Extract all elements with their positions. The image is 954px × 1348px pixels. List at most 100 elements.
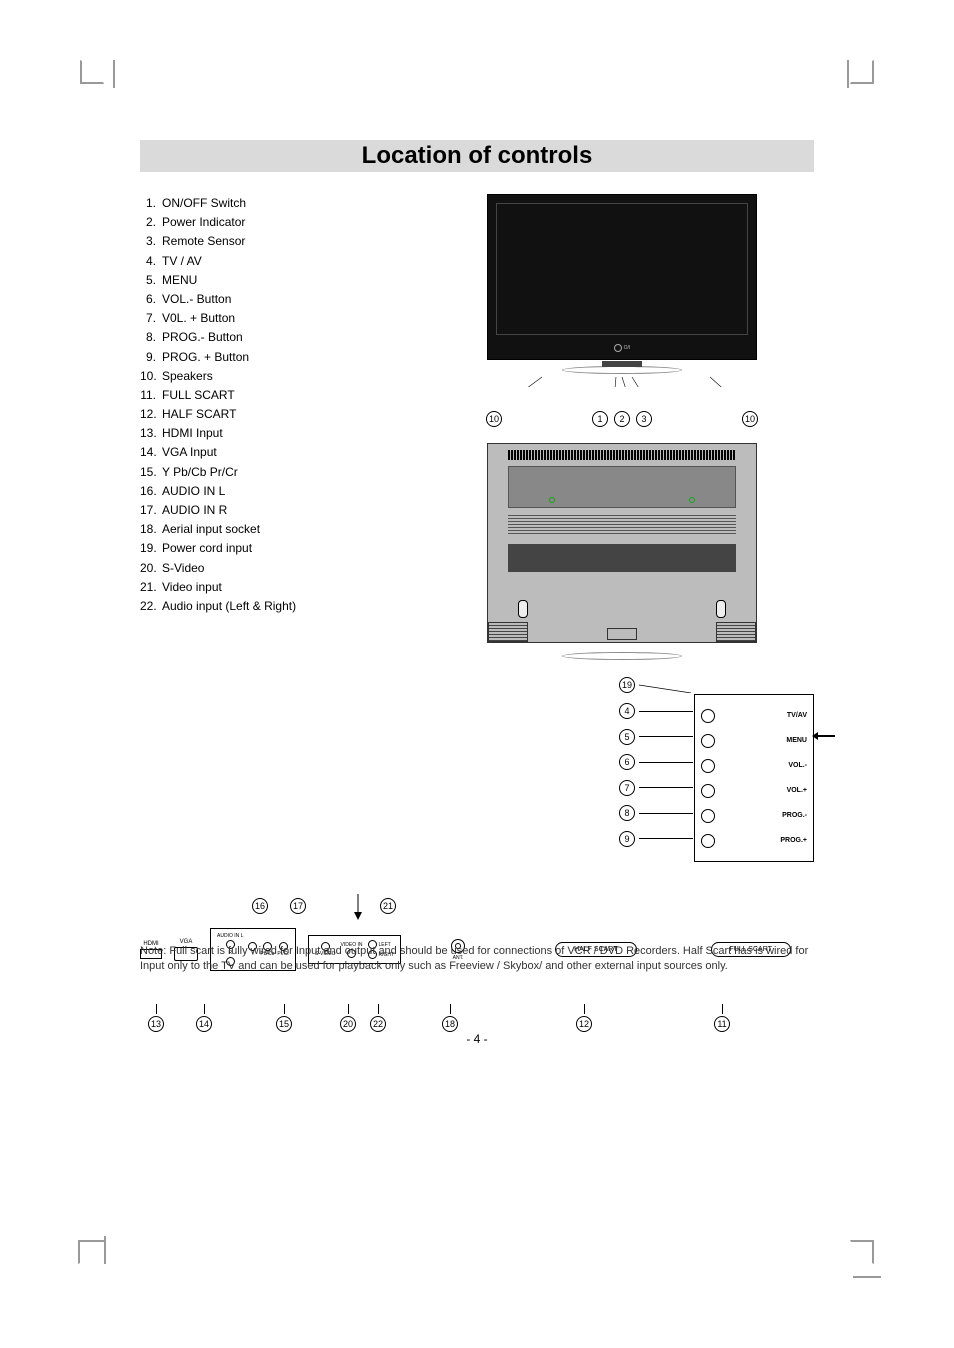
side-button-circle [701,834,715,848]
callout-19: 19 [619,677,635,693]
list-label: Video input [162,578,222,597]
side-button-row: MENU [701,728,807,753]
list-number: 21. [140,578,162,597]
control-list-item: 19.Power cord input [140,539,410,558]
side-callout-9: 9 [619,831,635,847]
section-title-bar: Location of controls [140,140,814,172]
list-label: VGA Input [162,443,217,462]
list-number: 8. [140,328,162,347]
control-list-item: 4.TV / AV [140,252,410,271]
list-number: 6. [140,290,162,309]
side-button-circle [701,709,715,723]
list-label: AUDIO IN L [162,482,225,501]
control-list-item: 16.AUDIO IN L [140,482,410,501]
list-label: Power Indicator [162,213,245,232]
control-list-item: 10.Speakers [140,367,410,386]
list-label: V0L. + Button [162,309,235,328]
tv-front-diagram: O/I 10 1 [430,194,814,427]
list-label: Aerial input socket [162,520,260,539]
control-list-item: 12.HALF SCART [140,405,410,424]
rear-callout-22: 22 [370,1016,386,1032]
list-number: 2. [140,213,162,232]
callout-1: 1 [592,411,608,427]
list-label: AUDIO IN R [162,501,227,520]
rear-callout-14: 14 [196,1016,212,1032]
control-list-item: 6.VOL.- Button [140,290,410,309]
side-button-row: PROG.- [701,803,807,828]
list-number: 1. [140,194,162,213]
callout-17: 17 [290,898,306,914]
rear-callout-12: 12 [576,1016,592,1032]
side-button-circle [701,784,715,798]
side-button-row: VOL.+ [701,778,807,803]
list-number: 17. [140,501,162,520]
list-label: TV / AV [162,252,202,271]
side-buttons-diagram: 19 456789 TV/AVMENUVOL.-VOL.+PROG.-PROG.… [430,694,814,862]
side-callout-6: 6 [619,754,635,770]
rear-callout-13: 13 [148,1016,164,1032]
list-label: PROG.- Button [162,328,243,347]
list-label: Speakers [162,367,213,386]
list-number: 3. [140,232,162,251]
control-list-item: 14.VGA Input [140,443,410,462]
list-number: 16. [140,482,162,501]
list-number: 7. [140,309,162,328]
list-label: HALF SCART [162,405,236,424]
side-callout-4: 4 [619,703,635,719]
controls-list: 1.ON/OFF Switch2.Power Indicator3.Remote… [140,194,410,616]
side-callout-7: 7 [619,780,635,796]
control-list-item: 11.FULL SCART [140,386,410,405]
side-button-circle [701,734,715,748]
control-list-item: 20.S-Video [140,559,410,578]
control-list-item: 7.V0L. + Button [140,309,410,328]
list-number: 15. [140,463,162,482]
rear-callout-15: 15 [276,1016,292,1032]
control-list-item: 15.Y Pb/Cb Pr/Cr [140,463,410,482]
list-label: Audio input (Left & Right) [162,597,296,616]
list-label: VOL.- Button [162,290,231,309]
control-list-item: 1.ON/OFF Switch [140,194,410,213]
control-list-item: 5.MENU [140,271,410,290]
list-number: 10. [140,367,162,386]
control-list-item: 2.Power Indicator [140,213,410,232]
list-number: 12. [140,405,162,424]
control-list-item: 21.Video input [140,578,410,597]
control-list-item: 18.Aerial input socket [140,520,410,539]
callout-2: 2 [614,411,630,427]
control-list-item: 3.Remote Sensor [140,232,410,251]
diagrams: O/I 10 1 [430,194,814,862]
list-label: Remote Sensor [162,232,245,251]
list-number: 20. [140,559,162,578]
list-number: 14. [140,443,162,462]
rear-callout-20: 20 [340,1016,356,1032]
callout-10-right: 10 [742,411,758,427]
list-number: 11. [140,386,162,405]
section-title: Location of controls [140,142,814,170]
callout-16: 16 [252,898,268,914]
tv-screen: O/I [487,194,757,360]
front-callout-lines [482,341,762,387]
side-button-label: TV/AV [787,712,807,719]
side-button-label: VOL.- [788,762,807,769]
side-button-row: TV/AV [701,703,807,728]
control-list-item: 22.Audio input (Left & Right) [140,597,410,616]
list-label: ON/OFF Switch [162,194,246,213]
page-content: Location of controls 1.ON/OFF Switch2.Po… [140,140,814,998]
list-number: 18. [140,520,162,539]
side-button-row: VOL.- [701,753,807,778]
side-callout-5: 5 [619,729,635,745]
rear-callout-18: 18 [442,1016,458,1032]
list-number: 5. [140,271,162,290]
arrow-icon [817,735,835,737]
callout-3: 3 [636,411,652,427]
callout-21: 21 [380,898,396,914]
side-callout-8: 8 [619,805,635,821]
list-number: 4. [140,252,162,271]
side-button-label: PROG.- [782,812,807,819]
page-number: - 4 - [140,1032,814,1046]
footnote: Note: Full scart is fully wired for Inpu… [140,944,814,975]
side-button-label: VOL.+ [787,787,807,794]
list-number: 9. [140,348,162,367]
control-list-item: 9.PROG. + Button [140,348,410,367]
list-label: FULL SCART [162,386,235,405]
